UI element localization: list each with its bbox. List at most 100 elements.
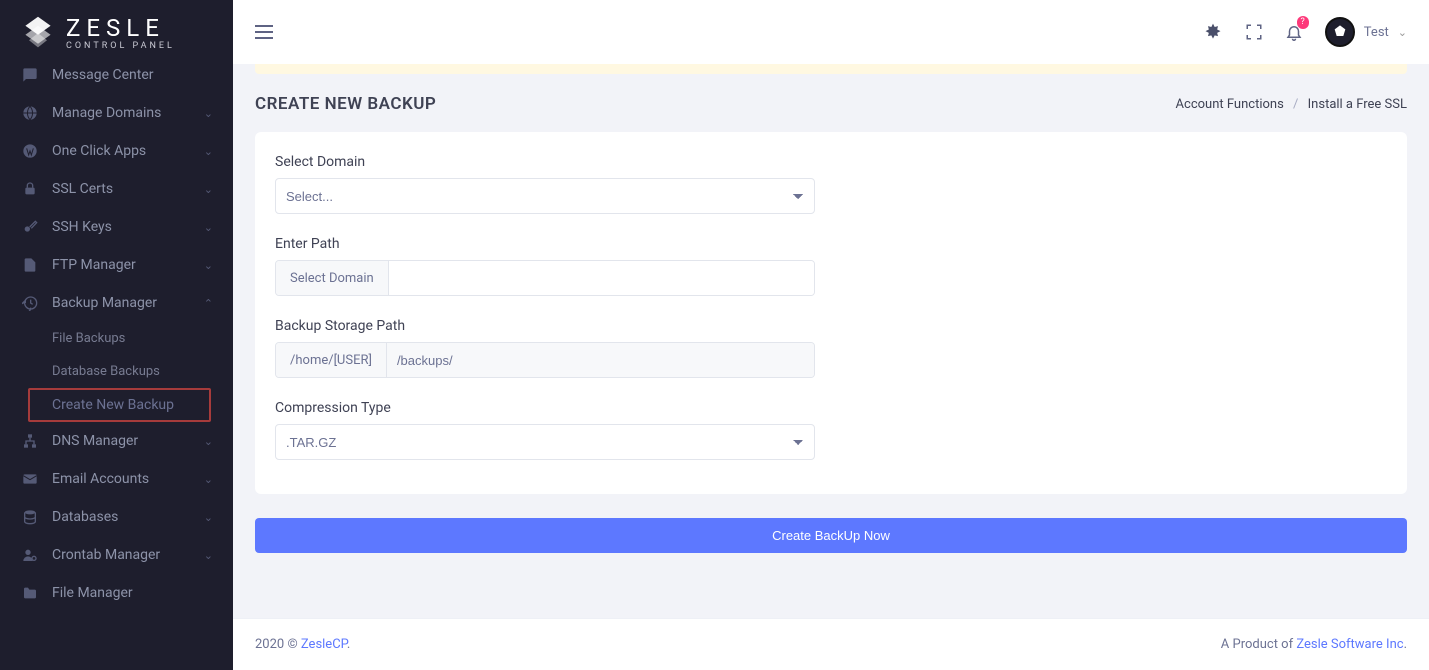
sidebar-item-ssh-keys[interactable]: SSH Keys ⌄ — [0, 208, 233, 246]
chevron-down-icon: ⌄ — [204, 259, 213, 272]
leaf-icon[interactable] — [1203, 22, 1223, 42]
breadcrumb: Account Functions / Install a Free SSL — [1176, 97, 1407, 112]
content: CREATE NEW BACKUP Account Functions / In… — [233, 64, 1429, 618]
notice-strip — [255, 64, 1407, 74]
sitemap-icon — [20, 433, 40, 449]
file-icon — [20, 257, 40, 273]
users-cog-icon — [20, 547, 40, 563]
field-select-domain: Select Domain Select... — [275, 154, 815, 214]
copyright-text: 2020 © — [255, 637, 301, 652]
storage-path-input — [387, 343, 814, 377]
sidebar-item-ssl-certs[interactable]: SSL Certs ⌄ — [0, 170, 233, 208]
sidebar-item-file-manager[interactable]: File Manager — [0, 574, 233, 612]
chevron-down-icon: ⌄ — [204, 511, 213, 524]
footer: 2020 © ZesleCP. A Product of Zesle Softw… — [233, 618, 1429, 670]
page-title: CREATE NEW BACKUP — [255, 94, 436, 114]
bell-icon[interactable]: ? — [1285, 22, 1303, 42]
breadcrumb-separator: / — [1293, 97, 1298, 112]
breadcrumb-item[interactable]: Install a Free SSL — [1308, 97, 1407, 112]
chevron-down-icon: ⌄ — [204, 435, 213, 448]
chevron-down-icon: ⌄ — [204, 145, 213, 158]
page-header: CREATE NEW BACKUP Account Functions / In… — [255, 74, 1407, 132]
logo-icon — [20, 15, 56, 51]
avatar-icon — [1325, 17, 1355, 47]
database-icon — [20, 509, 40, 525]
breadcrumb-item[interactable]: Account Functions — [1176, 97, 1284, 112]
select-domain-dropdown[interactable]: Select... — [275, 178, 815, 214]
sidebar-subitem-database-backups[interactable]: Database Backups — [52, 355, 233, 388]
field-enter-path: Enter Path Select Domain — [275, 236, 815, 296]
field-label: Enter Path — [275, 236, 815, 252]
chevron-down-icon: ⌄ — [204, 473, 213, 486]
footer-right: A Product of Zesle Software Inc. — [1221, 637, 1407, 652]
enter-path-input-group: Select Domain — [275, 260, 815, 296]
user-menu[interactable]: Test ⌄ — [1325, 17, 1407, 47]
menu-toggle-icon[interactable] — [255, 25, 273, 39]
field-storage-path: Backup Storage Path /home/[USER] — [275, 318, 815, 378]
field-compression-type: Compression Type .TAR.GZ — [275, 400, 815, 460]
field-label: Backup Storage Path — [275, 318, 815, 334]
main: ? Test ⌄ CREATE NEW BACKUP Account Funct… — [233, 0, 1429, 670]
sidebar-item-label: SSL Certs — [52, 181, 204, 197]
chevron-down-icon: ⌄ — [1398, 26, 1407, 39]
topbar: ? Test ⌄ — [233, 0, 1429, 64]
chevron-down-icon: ⌄ — [204, 221, 213, 234]
chevron-down-icon: ⌄ — [204, 107, 213, 120]
notification-badge: ? — [1297, 16, 1309, 29]
sidebar-subitem-label: Create New Backup — [52, 397, 187, 413]
sidebar-item-label: Email Accounts — [52, 471, 204, 487]
sidebar-item-dns-manager[interactable]: DNS Manager ⌄ — [0, 422, 233, 460]
sidebar-item-databases[interactable]: Databases ⌄ — [0, 498, 233, 536]
username-label: Test — [1364, 25, 1389, 40]
field-label: Select Domain — [275, 154, 815, 170]
sidebar: ZESLE CONTROL PANEL Message Center Manag… — [0, 0, 233, 670]
footer-link-company[interactable]: Zesle Software Inc — [1296, 637, 1403, 652]
wordpress-icon — [20, 143, 40, 159]
enter-path-input[interactable] — [389, 261, 814, 295]
brand-logo[interactable]: ZESLE CONTROL PANEL — [0, 0, 233, 54]
sidebar-subitem-create-new-backup[interactable]: Create New Backup — [28, 388, 211, 422]
chevron-up-icon: ⌃ — [204, 297, 213, 310]
sidebar-item-label: Backup Manager — [52, 295, 204, 311]
brand-tagline: CONTROL PANEL — [66, 41, 175, 51]
storage-path-input-group: /home/[USER] — [275, 342, 815, 378]
history-icon — [20, 295, 40, 311]
sidebar-item-label: Message Center — [52, 67, 213, 83]
sidebar-item-label: Crontab Manager — [52, 547, 204, 563]
sidebar-item-message-center[interactable]: Message Center — [0, 56, 233, 94]
key-icon — [20, 219, 40, 235]
sidebar-item-backup-manager[interactable]: Backup Manager ⌃ — [0, 284, 233, 322]
sidebar-item-label: DNS Manager — [52, 433, 204, 449]
input-addon-label: Select Domain — [276, 261, 389, 295]
sidebar-submenu-backup: File Backups Database Backups — [0, 322, 233, 388]
lock-icon — [20, 181, 40, 197]
sidebar-item-label: File Manager — [52, 585, 213, 601]
folder-icon — [20, 585, 40, 601]
chat-icon — [20, 67, 40, 83]
field-label: Compression Type — [275, 400, 815, 416]
globe-icon — [20, 105, 40, 121]
footer-left: 2020 © ZesleCP. — [255, 637, 350, 652]
sidebar-nav: Message Center Manage Domains ⌄ One Clic… — [0, 54, 233, 612]
sidebar-item-label: Manage Domains — [52, 105, 204, 121]
sidebar-item-email-accounts[interactable]: Email Accounts ⌄ — [0, 460, 233, 498]
form-card: Select Domain Select... Enter Path Selec… — [255, 132, 1407, 494]
sidebar-item-label: FTP Manager — [52, 257, 204, 273]
sidebar-subitem-file-backups[interactable]: File Backups — [52, 322, 233, 355]
sidebar-item-label: One Click Apps — [52, 143, 204, 159]
footer-link-zeslecp[interactable]: ZesleCP — [301, 637, 347, 652]
sidebar-item-label: SSH Keys — [52, 219, 204, 235]
sidebar-item-ftp-manager[interactable]: FTP Manager ⌄ — [0, 246, 233, 284]
chevron-down-icon: ⌄ — [204, 183, 213, 196]
sidebar-item-one-click-apps[interactable]: One Click Apps ⌄ — [0, 132, 233, 170]
chevron-down-icon: ⌄ — [204, 549, 213, 562]
input-addon-prefix: /home/[USER] — [276, 343, 387, 377]
sidebar-item-crontab-manager[interactable]: Crontab Manager ⌄ — [0, 536, 233, 574]
brand-name: ZESLE — [66, 16, 175, 40]
compression-type-dropdown[interactable]: .TAR.GZ — [275, 424, 815, 460]
sidebar-item-manage-domains[interactable]: Manage Domains ⌄ — [0, 94, 233, 132]
create-backup-button[interactable]: Create BackUp Now — [255, 518, 1407, 553]
footer-right-text: A Product of — [1221, 637, 1297, 652]
fullscreen-icon[interactable] — [1245, 23, 1263, 41]
sidebar-item-label: Databases — [52, 509, 204, 525]
